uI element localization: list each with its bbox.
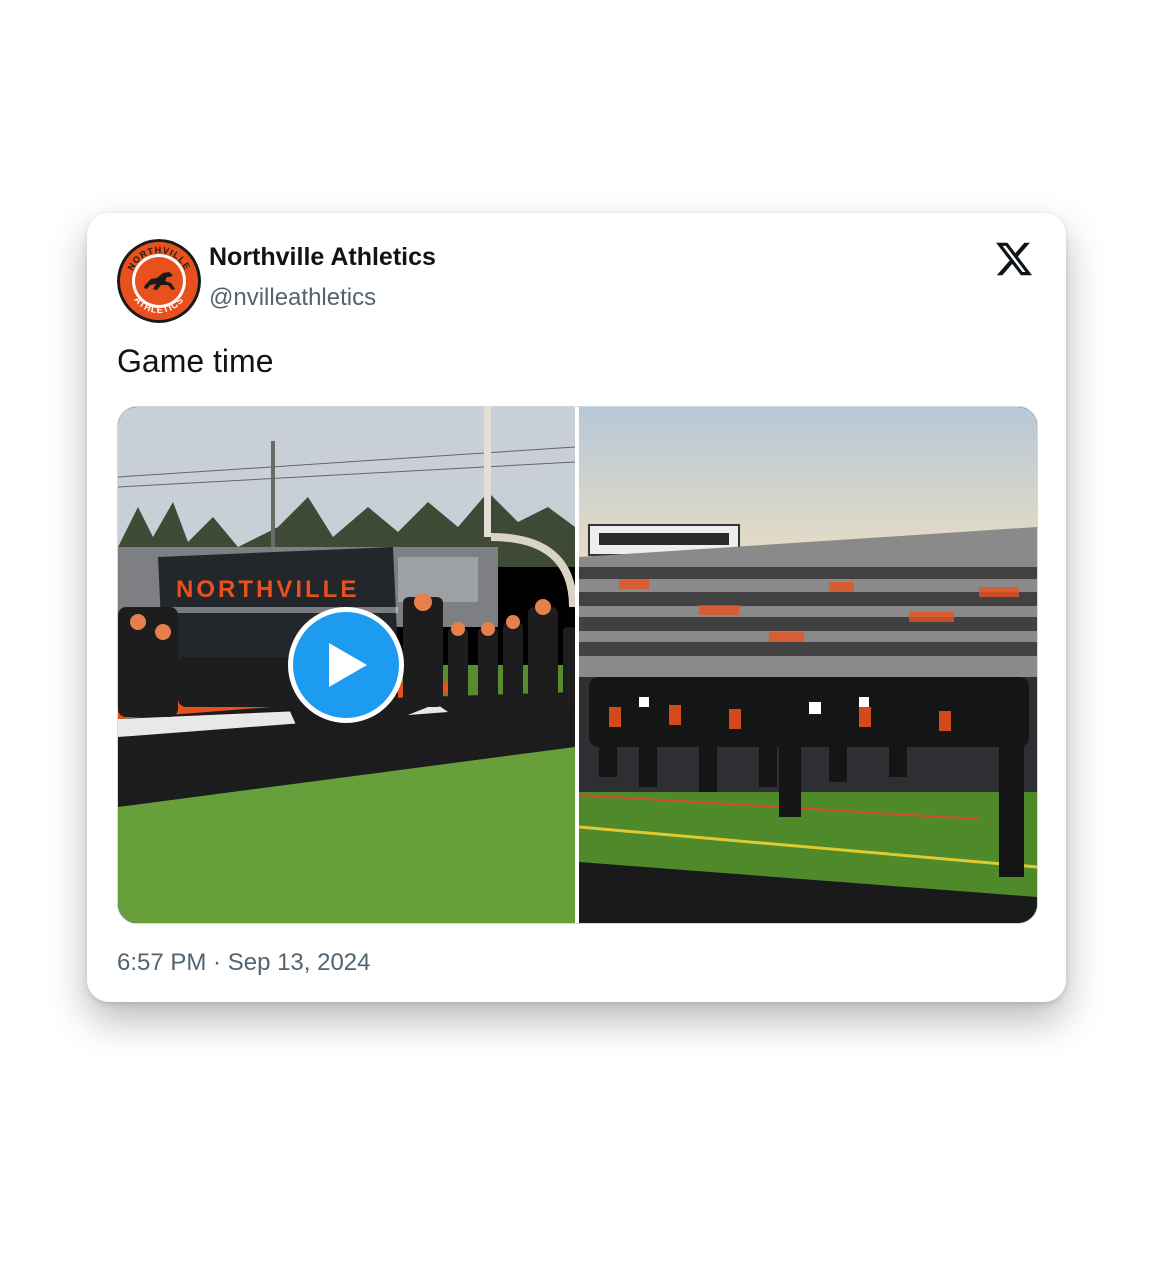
avatar[interactable]: NORTHVILLE ATHLETICS [117,239,201,323]
media-grid[interactable]: NORTHVILLE [117,406,1038,924]
tweet-text: Game time [117,343,274,379]
play-icon [329,643,367,687]
display-name[interactable]: Northville Athletics [209,243,436,272]
tweet-timestamp[interactable]: 6:57 PM · Sep 13, 2024 [117,949,371,977]
x-logo-icon[interactable] [994,239,1034,279]
video-thumbnail[interactable]: NORTHVILLE [118,407,577,923]
photo-thumbnail[interactable] [578,407,1037,923]
northville-logo: NORTHVILLE ATHLETICS [117,239,201,323]
play-button[interactable] [288,607,404,723]
tweet-card[interactable]: NORTHVILLE ATHLETICS Northville Athletic… [87,213,1066,1002]
user-handle[interactable]: @nvilleathletics [209,284,376,312]
banner-text: NORTHVILLE [176,576,359,603]
